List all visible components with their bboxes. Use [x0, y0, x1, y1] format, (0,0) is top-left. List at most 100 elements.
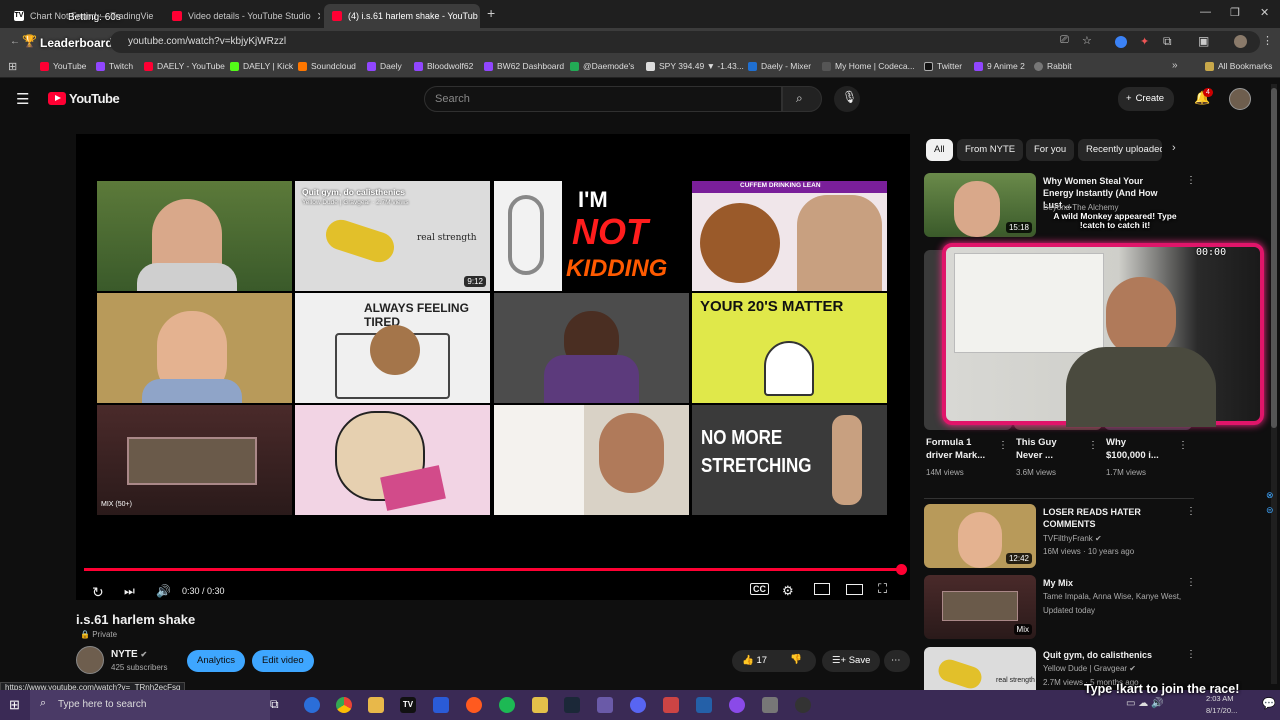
all-bookmarks[interactable]: All Bookmarks	[1205, 61, 1272, 71]
maximize-icon[interactable]: ❐	[1230, 6, 1240, 19]
video-thumbnail[interactable]: 15:18	[924, 173, 1036, 237]
windows-start-icon[interactable]: ⊞	[9, 697, 20, 713]
edge-icon[interactable]	[304, 697, 320, 713]
app-icon[interactable]	[466, 697, 482, 713]
chip-all[interactable]: All	[926, 139, 953, 161]
scrollbar[interactable]	[1271, 84, 1277, 684]
app-icon[interactable]	[663, 697, 679, 713]
theater-mode-icon[interactable]	[846, 584, 863, 595]
puzzle-icon[interactable]: ⧉	[1163, 34, 1172, 49]
back-icon[interactable]: ←	[10, 36, 20, 47]
bookmark-item[interactable]: Twitter	[924, 61, 962, 71]
bookmark-star-icon[interactable]: ☆	[1082, 34, 1092, 47]
scrubber-handle[interactable]	[896, 564, 907, 575]
url-field[interactable]: youtube.com/watch?v=kbjyKjWRzzl ⎚ ☆	[110, 31, 1260, 53]
bookmark-item[interactable]: @Daemode's	[570, 61, 634, 71]
new-tab-button[interactable]: +	[487, 5, 495, 21]
extension-icon[interactable]: ✦	[1140, 35, 1149, 48]
bookmark-item[interactable]: Twitch	[96, 61, 133, 71]
captions-icon[interactable]: CC	[750, 583, 769, 595]
tab-youtube-video[interactable]: (4) i.s.61 harlem shake - YouTub ✕	[324, 4, 480, 28]
tab-youtube-studio[interactable]: Video details - YouTube Studio ✕	[164, 4, 320, 28]
bookmark-item[interactable]: 9 Anime 2	[974, 61, 1025, 71]
app-icon[interactable]	[433, 697, 449, 713]
discord-icon[interactable]	[630, 697, 646, 713]
account-avatar[interactable]	[1229, 88, 1251, 110]
miniplayer-icon[interactable]	[814, 583, 830, 595]
chip-from-nyte[interactable]: From NYTE	[957, 139, 1024, 161]
sidepanel-icon[interactable]: ▣	[1198, 34, 1209, 48]
video-thumbnail[interactable]: 12:42	[924, 504, 1036, 568]
channel-name[interactable]: NYTE ✔	[111, 649, 147, 660]
edit-video-button[interactable]: Edit video	[252, 650, 314, 672]
bookmark-item[interactable]: DAELY - YouTube	[144, 61, 225, 71]
video-player[interactable]: Quit gym, do calisthenics Yellow Dude | …	[76, 134, 910, 600]
bookmark-item[interactable]: Daely	[367, 61, 402, 71]
scrollbar-thumb[interactable]	[1271, 88, 1277, 428]
more-bookmarks-icon[interactable]: »	[1172, 60, 1178, 71]
replay-icon[interactable]: ↻	[92, 584, 104, 601]
more-options-icon[interactable]: ⋮	[998, 440, 1008, 451]
next-icon[interactable]: ⏭	[124, 584, 135, 599]
short-title[interactable]: This Guy Never ...	[1016, 436, 1078, 462]
notification-center-icon[interactable]: 💬	[1262, 697, 1276, 710]
app-icon[interactable]	[729, 697, 745, 713]
extension-side-icon[interactable]: ⊜	[1266, 505, 1274, 516]
sidebar-mix[interactable]: Mix My Mix Tame Impala, Anna Wise, Kanye…	[924, 575, 1264, 639]
app-icon[interactable]	[696, 697, 712, 713]
bookmark-item[interactable]: Soundcloud	[298, 61, 356, 71]
dislike-button[interactable]: 👎	[790, 654, 802, 665]
more-options-icon[interactable]: ⋮	[1088, 440, 1098, 451]
bookmark-item[interactable]: DAELY | Kick	[230, 61, 293, 71]
app-icon[interactable]	[762, 697, 778, 713]
volume-icon[interactable]: 🔊	[156, 584, 171, 598]
close-icon[interactable]: ✕	[159, 10, 160, 23]
more-options-icon[interactable]: ⋮	[1186, 649, 1196, 660]
taskbar-search[interactable]: ⌕ Type here to search	[30, 690, 270, 720]
minimize-icon[interactable]: —	[1200, 6, 1211, 18]
chip-recently-uploaded[interactable]: Recently uploaded	[1078, 139, 1162, 161]
more-actions-button[interactable]: ⋯	[884, 650, 910, 672]
steam-icon[interactable]	[564, 697, 580, 713]
profile-avatar[interactable]	[1234, 35, 1247, 48]
short-title[interactable]: Why $100,000 i...	[1106, 436, 1168, 462]
obs-icon[interactable]	[795, 697, 811, 713]
task-view-icon[interactable]: ⧉	[270, 697, 286, 713]
cast-icon[interactable]: ⎚	[1060, 34, 1069, 47]
sidebar-video[interactable]: 12:42 LOSER READS HATER COMMENTS TVFilth…	[924, 504, 1264, 568]
short-title[interactable]: Formula 1 driver Mark...	[926, 436, 996, 462]
progress-track[interactable]	[84, 564, 907, 575]
apps-icon[interactable]: ⊞	[8, 60, 17, 73]
create-button[interactable]: + Create	[1118, 87, 1175, 111]
file-explorer-icon[interactable]	[368, 697, 384, 713]
menu-icon[interactable]: ⋮	[1262, 34, 1273, 47]
settings-gear-icon[interactable]: ⚙	[782, 583, 794, 599]
video-thumbnail[interactable]: real strength	[924, 647, 1036, 690]
tray-icons[interactable]: ▭ ☁ 🔊	[1126, 698, 1163, 709]
bookmark-item[interactable]: Rabbit	[1034, 61, 1072, 71]
more-options-icon[interactable]: ⋮	[1186, 577, 1196, 588]
extension-icon[interactable]	[1115, 36, 1127, 48]
more-options-icon[interactable]: ⋮	[1178, 440, 1188, 451]
bookmark-item[interactable]: Bloodwolf62	[414, 61, 473, 71]
more-options-icon[interactable]: ⋮	[1186, 506, 1196, 517]
fullscreen-icon[interactable]: ⛶	[878, 581, 887, 597]
analytics-button[interactable]: Analytics	[187, 650, 246, 672]
bookmark-item[interactable]: My Home | Codeca...	[822, 61, 915, 71]
app-icon[interactable]	[532, 697, 548, 713]
hamburger-menu-icon[interactable]: ☰	[16, 90, 29, 108]
bookmark-item[interactable]: SPY 394.49 ▼ -1.43...	[646, 61, 744, 71]
voice-search-button[interactable]: 🎙	[834, 86, 860, 112]
extension-side-icon[interactable]: ⊗	[1266, 490, 1274, 501]
like-button[interactable]: 👍 17	[742, 655, 767, 666]
bookmark-item[interactable]: Daely - Mixer	[748, 61, 811, 71]
video-thumbnail[interactable]: Mix	[924, 575, 1036, 639]
youtube-logo[interactable]: YouTube	[48, 91, 120, 106]
app-icon[interactable]	[597, 697, 613, 713]
tradingview-icon[interactable]: TV	[400, 697, 416, 713]
close-window-icon[interactable]: ✕	[1260, 6, 1269, 19]
chrome-icon[interactable]	[336, 697, 352, 713]
chevron-right-icon[interactable]: ›	[1172, 142, 1176, 154]
search-button[interactable]: ⌕	[782, 86, 822, 112]
search-input[interactable]: Search	[424, 86, 782, 112]
